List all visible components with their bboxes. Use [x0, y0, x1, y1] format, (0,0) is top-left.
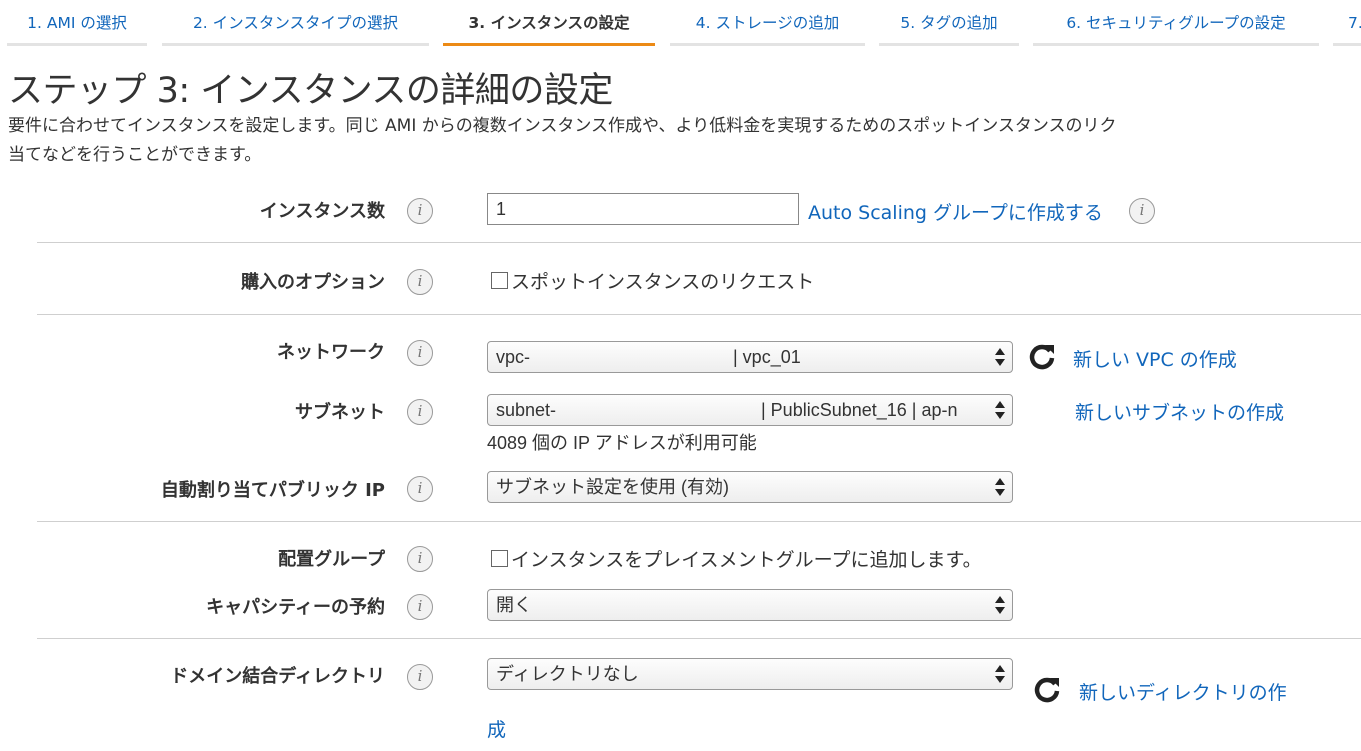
divider — [37, 314, 1361, 315]
subnet-select[interactable]: subnet- | PublicSubnet_16 | ap-n — [487, 394, 1013, 426]
public-ip-select[interactable]: サブネット設定を使用 (有効) — [487, 471, 1013, 503]
page-description: 要件に合わせてインスタンスを設定します。同じ AMI からの複数インスタンス作成… — [8, 112, 1361, 170]
public-ip-select-value: サブネット設定を使用 (有効) — [496, 477, 729, 497]
info-icon[interactable]: i — [407, 198, 433, 224]
tab-configure-instance[interactable]: 3. インスタンスの設定 — [443, 0, 655, 46]
select-arrows-icon — [995, 596, 1005, 614]
tab-add-storage[interactable]: 4. ストレージの追加 — [670, 0, 865, 46]
tab-instance-type[interactable]: 2. インスタンスタイプの選択 — [162, 0, 429, 46]
divider — [37, 242, 1361, 243]
capacity-reservation-label: キャパシティーの予約 — [206, 597, 385, 618]
instance-count-input[interactable] — [487, 193, 799, 225]
wizard-steps: 1. AMI の選択 2. インスタンスタイプの選択 3. インスタンスの設定 … — [0, 0, 1361, 48]
refresh-icon[interactable] — [1028, 342, 1056, 370]
create-directory-link-continued[interactable]: 成 — [487, 715, 506, 742]
divider — [37, 521, 1361, 522]
info-icon[interactable]: i — [407, 546, 433, 572]
info-icon[interactable]: i — [407, 340, 433, 366]
available-ip-note: 4089 個の IP アドレスが利用可能 — [487, 433, 757, 453]
capacity-reservation-select-value: 開く — [496, 595, 532, 615]
network-select-prefix: vpc- — [496, 347, 531, 367]
page-title: ステップ 3: インスタンスの詳細の設定 — [8, 71, 613, 111]
subnet-label: サブネット — [295, 402, 385, 423]
capacity-reservation-select[interactable]: 開く — [487, 589, 1013, 621]
network-select-suffix: | vpc_01 — [733, 347, 801, 367]
network-label: ネットワーク — [277, 342, 385, 363]
network-select[interactable]: vpc- | vpc_01 — [487, 341, 1013, 373]
instance-count-label: インスタンス数 — [259, 201, 385, 222]
tab-review[interactable]: 7. — [1333, 0, 1361, 46]
divider — [37, 638, 1361, 639]
subnet-select-suffix: | PublicSubnet_16 | ap-n — [761, 400, 958, 420]
subnet-select-prefix: subnet- — [496, 400, 557, 420]
domain-directory-select[interactable]: ディレクトリなし — [487, 658, 1013, 690]
spot-request-option: スポットインスタンスのリクエスト — [491, 267, 814, 294]
domain-directory-select-value: ディレクトリなし — [496, 664, 639, 684]
placement-group-checkbox-label: インスタンスをプレイスメントグループに追加します。 — [511, 549, 982, 571]
select-arrows-icon — [995, 348, 1005, 366]
public-ip-label: 自動割り当てパブリック IP — [160, 480, 385, 501]
create-vpc-link[interactable]: 新しい VPC の作成 — [1073, 345, 1237, 372]
info-icon[interactable]: i — [407, 664, 433, 690]
refresh-icon[interactable] — [1033, 675, 1061, 703]
spot-request-checkbox[interactable] — [491, 272, 508, 289]
purchase-option-label: 購入のオプション — [241, 272, 385, 293]
description-line-1: 要件に合わせてインスタンスを設定します。同じ AMI からの複数インスタンス作成… — [8, 116, 1117, 136]
spot-request-label: スポットインスタンスのリクエスト — [511, 271, 815, 293]
select-arrows-icon — [995, 401, 1005, 419]
select-arrows-icon — [995, 478, 1005, 496]
info-icon[interactable]: i — [407, 399, 433, 425]
tab-add-tags[interactable]: 5. タグの追加 — [879, 0, 1019, 46]
select-arrows-icon — [995, 665, 1005, 683]
domain-directory-label: ドメイン結合ディレクトリ — [170, 666, 385, 687]
info-icon[interactable]: i — [407, 476, 433, 502]
tab-security-group[interactable]: 6. セキュリティグループの設定 — [1033, 0, 1319, 46]
info-icon[interactable]: i — [407, 269, 433, 295]
placement-group-label: 配置グループ — [278, 549, 385, 570]
placement-group-checkbox[interactable] — [491, 550, 508, 567]
description-line-2: 当てなどを行うことができます。 — [8, 145, 262, 165]
create-directory-link[interactable]: 新しいディレクトリの作 — [1079, 678, 1287, 705]
info-icon[interactable]: i — [1129, 198, 1155, 224]
info-icon[interactable]: i — [407, 594, 433, 620]
create-subnet-link[interactable]: 新しいサブネットの作成 — [1075, 398, 1284, 425]
tab-ami-selection[interactable]: 1. AMI の選択 — [7, 0, 147, 46]
create-auto-scaling-link[interactable]: Auto Scaling グループに作成する — [808, 198, 1103, 225]
placement-group-option: インスタンスをプレイスメントグループに追加します。 — [491, 545, 982, 572]
